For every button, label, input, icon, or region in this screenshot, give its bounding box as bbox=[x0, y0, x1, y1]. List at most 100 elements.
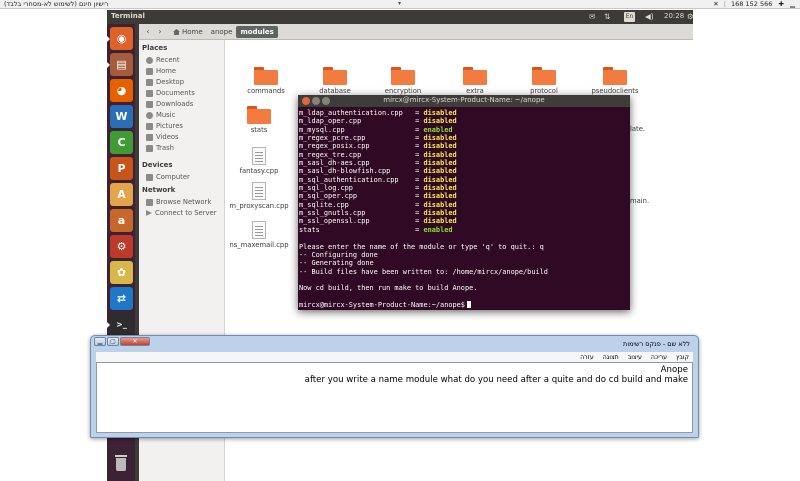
folder-protocol[interactable]: protocol bbox=[509, 67, 579, 95]
launcher-glyph: ◕ bbox=[116, 84, 127, 97]
sidebar-item-pictures[interactable]: Pictures bbox=[146, 121, 183, 131]
close-session-icon[interactable]: ✕ bbox=[713, 0, 718, 8]
sidebar-item-connect-server[interactable]: Connect to Server bbox=[146, 208, 217, 218]
launcher-system-settings-icon[interactable]: ⚙ bbox=[110, 235, 133, 258]
close-icon[interactable]: ✕ bbox=[120, 337, 150, 346]
clock[interactable]: 20:28 bbox=[664, 12, 684, 20]
menu-edit[interactable]: עריכה bbox=[651, 354, 667, 361]
launcher-impress-icon[interactable]: P bbox=[110, 157, 133, 180]
folder-database[interactable]: database bbox=[300, 67, 370, 95]
terminal-output[interactable]: m_ldap_authentication.cpp = disabled m_ld… bbox=[299, 109, 627, 309]
folder-extra[interactable]: extra bbox=[440, 67, 510, 95]
launcher-software-center-icon[interactable]: A bbox=[110, 183, 133, 206]
terminal-module-line: m_ldap_authentication.cpp = disabled bbox=[299, 109, 627, 117]
top-panel: Terminal ✉ ⇅ En ◀) 20:28 ⚙ bbox=[107, 10, 694, 24]
terminal-module-line: m_regex_posix.cpp = disabled bbox=[299, 142, 627, 150]
connect-icon bbox=[146, 210, 152, 216]
trash-icon[interactable] bbox=[110, 452, 132, 474]
volume-icon[interactable]: ◀) bbox=[645, 12, 654, 21]
remote-session-title: רישיון חינם (לשימוש לא-מסחרי בלבד) bbox=[4, 0, 109, 8]
launcher-terminal-icon[interactable]: >_ bbox=[107, 313, 133, 336]
running-indicator bbox=[107, 36, 110, 42]
file-fantasy[interactable]: fantasy.cpp bbox=[224, 147, 294, 175]
launcher-calc-icon[interactable]: C bbox=[110, 131, 133, 154]
launcher-teamviewer-icon[interactable]: ⇄ bbox=[110, 287, 133, 310]
sidebar-item-videos[interactable]: Videos bbox=[146, 132, 179, 142]
cpp-file-icon bbox=[252, 182, 266, 200]
module-status: disabled bbox=[423, 142, 457, 151]
pin-icon[interactable]: ▾ bbox=[398, 0, 401, 7]
sidebar-item-browse-network[interactable]: Browse Network bbox=[146, 197, 211, 207]
sidebar-item-trash[interactable]: Trash bbox=[146, 143, 174, 153]
terminal-window[interactable]: mircx@mircx-System-Product-Name: ~/anope… bbox=[298, 95, 630, 310]
home-icon bbox=[146, 67, 153, 75]
terminal-title: mircx@mircx-System-Product-Name: ~/anope bbox=[383, 96, 545, 104]
home-icon bbox=[173, 29, 180, 35]
folder-encryption[interactable]: encryption bbox=[368, 67, 438, 95]
sidebar-item-recent[interactable]: Recent bbox=[146, 55, 180, 65]
file-proxyscan[interactable]: m_proxyscan.cpp bbox=[224, 182, 294, 210]
minimize-icon[interactable]: ▁ bbox=[94, 337, 106, 346]
running-indicator bbox=[107, 322, 110, 328]
module-name: m_sql_oper.cpp = bbox=[299, 192, 424, 201]
launcher-amazon-icon[interactable]: a bbox=[110, 209, 133, 232]
launcher-files-icon[interactable]: ▤ bbox=[107, 53, 133, 76]
back-icon[interactable]: ‹ bbox=[143, 27, 153, 37]
file-cut-main[interactable]: main. bbox=[630, 195, 700, 205]
network-icon[interactable]: ⇅ bbox=[604, 12, 610, 21]
terminal-titlebar[interactable]: mircx@mircx-System-Product-Name: ~/anope bbox=[298, 95, 630, 107]
folder-icon bbox=[391, 67, 415, 85]
notepad-text-area[interactable]: Anope after you write a name module what… bbox=[96, 362, 693, 433]
maximize-icon[interactable]: ▢ bbox=[107, 337, 119, 346]
folder-stats[interactable]: stats bbox=[224, 106, 294, 134]
crumb-modules[interactable]: modules bbox=[236, 26, 278, 38]
cpp-file-icon bbox=[252, 221, 266, 239]
launcher-glyph: A bbox=[117, 188, 126, 201]
file-maxemail[interactable]: ns_maxemail.cpp bbox=[224, 221, 294, 249]
remote-id: 168 152 566 bbox=[731, 0, 773, 8]
launcher-writer-icon[interactable]: W bbox=[110, 105, 133, 128]
folder-pseudoclients[interactable]: pseudoclients bbox=[580, 67, 650, 95]
sidebar-item-downloads[interactable]: Downloads bbox=[146, 99, 193, 109]
launcher-xchat-icon[interactable]: ✿ bbox=[110, 261, 133, 284]
notepad-window[interactable]: ▁ ▢ ✕ ללא שם - פנקס רשימות קובץ עריכה עי… bbox=[90, 335, 699, 438]
add-icon[interactable]: ✚ bbox=[778, 0, 783, 8]
downloads-icon bbox=[146, 100, 153, 108]
launcher-firefox-icon[interactable]: ◕ bbox=[110, 79, 133, 102]
sidebar-item-computer[interactable]: Computer bbox=[146, 172, 190, 182]
menu-view[interactable]: תצוגה bbox=[603, 354, 619, 361]
launcher-glyph: ✿ bbox=[116, 266, 127, 279]
terminal-module-line: m_regex_tre.cpp = disabled bbox=[299, 151, 627, 159]
forward-icon[interactable]: › bbox=[155, 27, 165, 37]
sidebar-item-desktop[interactable]: Desktop bbox=[146, 77, 184, 87]
crumb-anope[interactable]: anope bbox=[207, 26, 237, 38]
sidebar-item-music[interactable]: Music bbox=[146, 110, 175, 120]
computer-icon bbox=[146, 173, 153, 181]
power-gear-icon[interactable]: ⚙ bbox=[687, 12, 694, 21]
menu-file[interactable]: קובץ bbox=[676, 354, 689, 361]
menu-format[interactable]: עיצוב bbox=[628, 354, 642, 361]
notepad-line: after you write a name module what do yo… bbox=[304, 375, 688, 385]
module-status: disabled bbox=[423, 217, 457, 226]
folder-icon bbox=[247, 106, 271, 124]
documents-icon bbox=[146, 89, 153, 97]
crumb-home[interactable]: Home bbox=[169, 26, 207, 38]
mail-icon[interactable]: ✉ bbox=[589, 12, 595, 21]
launcher-ubuntu-dash-icon[interactable]: ◉ bbox=[107, 27, 133, 50]
menu-help[interactable]: עזרה bbox=[580, 354, 594, 361]
launcher-glyph: ⚙ bbox=[116, 240, 127, 253]
module-name: m_ssl_openssl.cpp = bbox=[299, 217, 424, 226]
clock-icon bbox=[146, 56, 153, 64]
minimize-session-icon[interactable]: ▁ bbox=[790, 0, 795, 8]
sidebar-item-home[interactable]: Home bbox=[146, 66, 176, 76]
keyboard-layout-indicator[interactable]: En bbox=[624, 12, 635, 22]
module-name: m_ssl_gnutls.cpp = bbox=[299, 209, 424, 218]
folder-commands[interactable]: commands bbox=[231, 67, 301, 95]
file-cut-late[interactable]: late. bbox=[630, 123, 700, 133]
module-status: disabled bbox=[423, 175, 457, 184]
sidebar-item-documents[interactable]: Documents bbox=[146, 88, 195, 98]
folder-icon bbox=[463, 67, 487, 85]
module-status: disabled bbox=[423, 150, 457, 159]
breadcrumb: Home anope modules bbox=[169, 26, 278, 38]
terminal-prompt-line[interactable]: mircx@mircx-System-Product-Name:~/anope$ bbox=[299, 300, 627, 309]
